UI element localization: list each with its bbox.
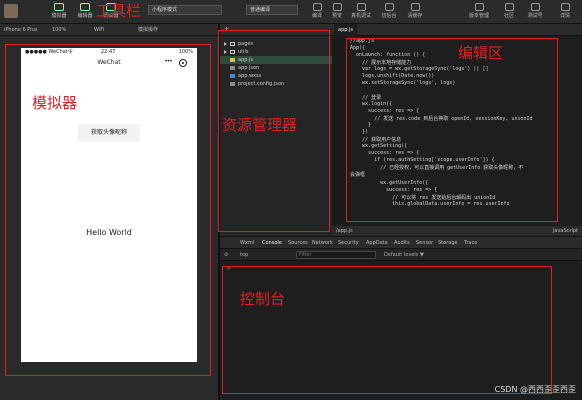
toolbar-annotation: 工具栏: [96, 2, 142, 20]
editor-toggle-button[interactable]: 编辑器: [72, 3, 98, 19]
background-icon: [384, 3, 394, 11]
console-filter-input[interactable]: Filter: [296, 251, 376, 259]
context-select[interactable]: top: [240, 249, 248, 261]
editor-tabs: app.js: [332, 24, 582, 36]
simulator-bar: iPhone 6 Plus 100% WiFi 模拟操作: [0, 24, 218, 36]
console-annotation: 控制台: [240, 290, 286, 308]
compile-label: 编译: [311, 13, 322, 19]
version-button[interactable]: 版本管理: [466, 3, 492, 19]
simulate-ops-select[interactable]: 模拟操作: [138, 24, 158, 36]
simulator-toggle-label: 模拟器: [51, 13, 67, 19]
editor-annotation: 编辑区: [458, 44, 504, 62]
eye-icon: [332, 3, 342, 11]
clear-cache-button[interactable]: 清缓存: [402, 3, 428, 19]
tab-sensor[interactable]: Sensor: [416, 237, 433, 249]
compile-select[interactable]: 普通编译: [246, 5, 298, 15]
console-filter-bar: ⊘ top Filter Default levels ▼: [220, 249, 582, 261]
chat-icon: [504, 3, 514, 11]
code-icon: [80, 3, 90, 11]
community-button[interactable]: 社区: [496, 3, 522, 19]
status-language[interactable]: JavaScript: [553, 226, 578, 236]
user-avatar[interactable]: [4, 4, 18, 18]
version-label: 版本管理: [468, 13, 489, 19]
tab-trace[interactable]: Trace: [464, 237, 477, 249]
console-highlight-box: [222, 266, 552, 394]
editor-tab-active[interactable]: app.js: [334, 24, 357, 36]
phone-icon: [54, 3, 64, 11]
tab-audits[interactable]: Audits: [394, 237, 410, 249]
remote-debug-label: 真机调试: [350, 13, 371, 19]
details-label: 详情: [559, 13, 570, 19]
user-icon: [530, 3, 540, 11]
device-select[interactable]: iPhone 6 Plus: [4, 24, 37, 36]
editor-toggle-label: 编辑器: [77, 13, 93, 19]
toolbar: 模拟器 编辑器 调试器 小程序模式 普通编译 编译 预览 真机调试 切后台 清缓…: [0, 0, 582, 24]
test-account-button[interactable]: 测试号: [522, 3, 548, 19]
background-button[interactable]: 切后台: [376, 3, 402, 19]
network-select[interactable]: WiFi: [94, 24, 104, 36]
refresh-icon: [312, 3, 322, 11]
remote-debug-button[interactable]: 真机调试: [348, 3, 374, 19]
status-file: /app.js: [336, 228, 353, 234]
simulator-annotation: 模拟器: [32, 94, 78, 112]
preview-button[interactable]: 预览: [324, 3, 350, 19]
test-account-label: 测试号: [527, 13, 543, 19]
background-label: 切后台: [381, 13, 397, 19]
log-levels-select[interactable]: Default levels ▼: [384, 249, 424, 261]
layers-icon: [410, 3, 420, 11]
details-button[interactable]: 详情: [552, 3, 578, 19]
console-tabs: Wxml Console Sources Network Security Ap…: [220, 237, 582, 250]
tab-network[interactable]: Network: [312, 237, 333, 249]
mode-select[interactable]: 小程序模式: [148, 5, 222, 15]
details-icon: [560, 3, 570, 11]
bug-icon: [356, 3, 366, 11]
editor-highlight-box: [346, 38, 558, 222]
clear-console-icon[interactable]: ⊘: [224, 249, 228, 261]
editor-status-bar: /app.js JavaScript: [332, 226, 582, 236]
watermark: CSDN @西西歪歪西歪: [494, 385, 576, 394]
tab-wxml[interactable]: Wxml: [240, 237, 254, 249]
clear-cache-label: 清缓存: [407, 13, 423, 19]
tab-storage[interactable]: Storage: [438, 237, 458, 249]
tab-sources[interactable]: Sources: [288, 237, 308, 249]
tab-appdata[interactable]: AppData: [366, 237, 388, 249]
version-icon: [474, 3, 484, 11]
zoom-select[interactable]: 100%: [52, 24, 66, 36]
explorer-annotation: 资源管理器: [222, 116, 298, 134]
simulator-toggle-button[interactable]: 模拟器: [46, 3, 72, 19]
community-label: 社区: [503, 13, 514, 19]
tab-security[interactable]: Security: [338, 237, 359, 249]
preview-label: 预览: [331, 13, 342, 19]
